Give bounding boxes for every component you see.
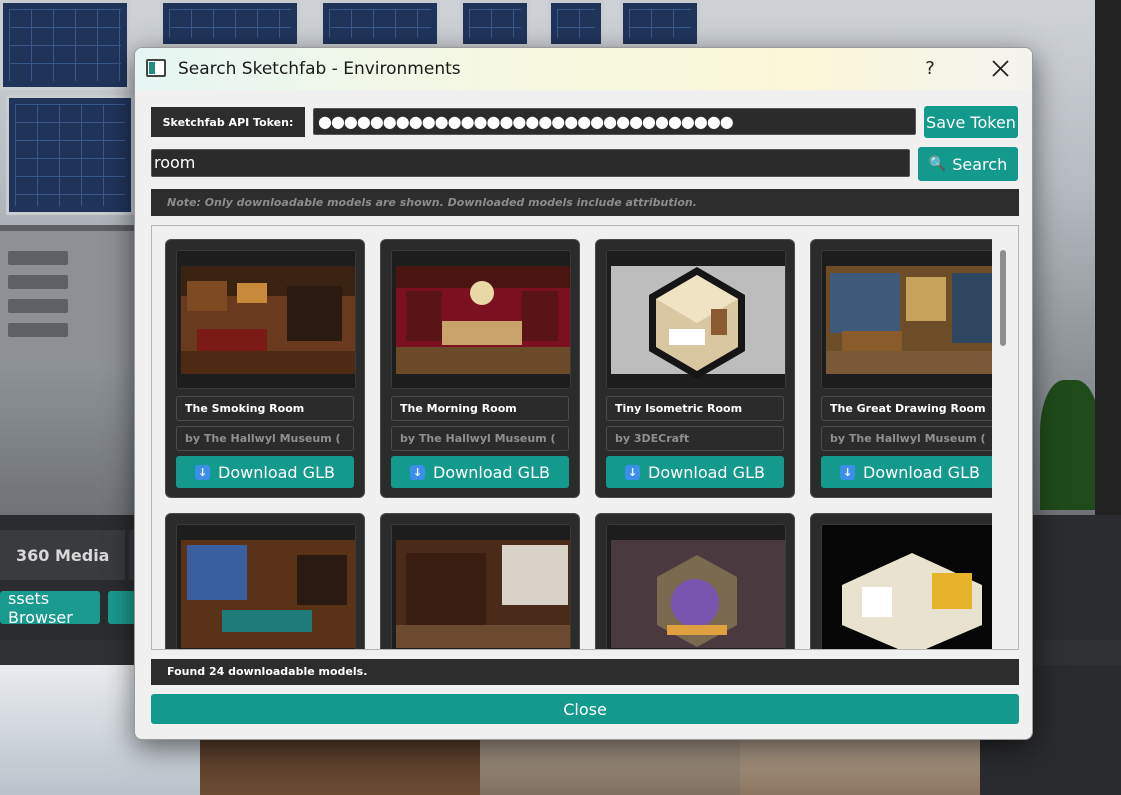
workbench — [0, 225, 140, 365]
blueprint-poster — [160, 0, 300, 47]
model-name: Tiny Isometric Room — [606, 396, 784, 421]
model-thumbnail[interactable] — [176, 524, 356, 649]
download-label: Download GLB — [863, 462, 980, 482]
model-card — [165, 513, 365, 649]
download-label: Download GLB — [648, 462, 765, 482]
search-button[interactable]: 🔍 Search — [918, 147, 1018, 181]
close-window-button[interactable] — [985, 55, 1015, 83]
download-arrow-icon: ↓ — [195, 464, 211, 480]
download-note: Note: Only downloadable models are shown… — [151, 189, 1019, 216]
model-card: Tiny Isometric Room by 3DECraft ↓ Downlo… — [595, 239, 795, 498]
download-label: Download GLB — [218, 462, 335, 482]
model-name: The Great Drawing Room — [821, 396, 992, 421]
model-author: by The Hallwyl Museum ( — [391, 426, 569, 451]
model-thumbnail[interactable] — [391, 250, 571, 389]
download-arrow-icon: ↓ — [840, 464, 856, 480]
window-title: Search Sketchfab - Environments — [178, 59, 461, 79]
download-glb-button[interactable]: ↓ Download GLB — [176, 456, 354, 488]
results-grid[interactable]: The Smoking Room by The Hallwyl Museum (… — [151, 225, 1019, 650]
download-glb-button[interactable]: ↓ Download GLB — [391, 456, 569, 488]
search-button-label: Search — [952, 154, 1008, 174]
window-app-icon — [146, 59, 166, 77]
model-thumbnail[interactable] — [606, 524, 786, 649]
sketchfab-search-dialog: Search Sketchfab - Environments ? Sketch… — [134, 47, 1033, 740]
blueprint-poster — [548, 0, 604, 47]
model-thumbnail[interactable] — [821, 524, 992, 649]
model-card — [810, 513, 992, 649]
results-scrollbar[interactable] — [1000, 250, 1006, 346]
model-thumbnail[interactable] — [391, 524, 571, 649]
close-icon — [992, 60, 1009, 77]
search-input[interactable]: room — [151, 149, 910, 177]
model-thumbnail[interactable] — [606, 250, 786, 389]
download-glb-button[interactable]: ↓ Download GLB — [821, 456, 992, 488]
model-thumbnail[interactable] — [821, 250, 992, 389]
blueprint-poster — [6, 95, 134, 215]
model-name: The Morning Room — [391, 396, 569, 421]
close-button[interactable]: Close — [151, 694, 1019, 724]
model-card — [380, 513, 580, 649]
plant — [1040, 380, 1100, 510]
help-button[interactable]: ? — [916, 55, 944, 83]
model-card: The Morning Room by The Hallwyl Museum (… — [380, 239, 580, 498]
blueprint-poster — [460, 0, 530, 47]
model-author: by The Hallwyl Museum ( — [176, 426, 354, 451]
blueprint-poster — [320, 0, 440, 47]
api-token-label: Sketchfab API Token: — [151, 107, 305, 137]
model-card: The Smoking Room by The Hallwyl Museum (… — [165, 239, 365, 498]
model-author: by 3DECraft — [606, 426, 784, 451]
download-glb-button[interactable]: ↓ Download GLB — [606, 456, 784, 488]
download-arrow-icon: ↓ — [625, 464, 641, 480]
blueprint-poster — [0, 0, 130, 90]
search-icon: 🔍 — [928, 156, 947, 172]
model-card: The Great Drawing Room by The Hallwyl Mu… — [810, 239, 992, 498]
model-card — [595, 513, 795, 649]
download-label: Download GLB — [433, 462, 550, 482]
model-name: The Smoking Room — [176, 396, 354, 421]
title-bar[interactable]: Search Sketchfab - Environments ? — [135, 48, 1032, 90]
assets-browser-button[interactable]: ssets Browser — [0, 589, 100, 627]
blueprint-poster — [620, 0, 700, 47]
model-author: by The Hallwyl Museum ( — [821, 426, 992, 451]
api-token-input[interactable]: ●●●●●●●●●●●●●●●●●●●●●●●●●●●●●●●● — [313, 108, 916, 135]
download-arrow-icon: ↓ — [410, 464, 426, 480]
save-token-button[interactable]: Save Token — [924, 106, 1018, 138]
model-thumbnail[interactable] — [176, 250, 356, 389]
dark-edge — [1095, 0, 1121, 515]
status-text: Found 24 downloadable models. — [151, 659, 1019, 685]
tab-360-media[interactable]: 360 Media — [0, 530, 126, 580]
